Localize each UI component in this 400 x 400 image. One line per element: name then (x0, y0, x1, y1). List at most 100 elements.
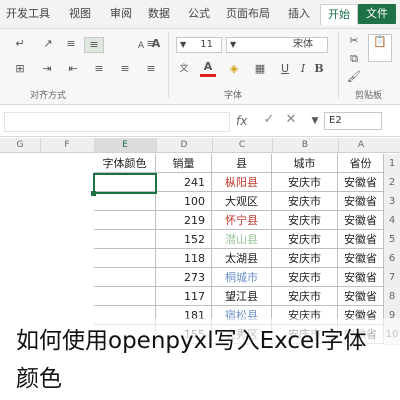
cell-city[interactable]: 安庆市 (272, 192, 338, 211)
chevron-down-icon: ▼ (180, 40, 187, 49)
formula-bar: E2 ▼ ✕ ✓ fx (0, 106, 400, 137)
column-header-c[interactable]: C (212, 138, 273, 153)
cell-county[interactable]: 怀宁县 (212, 211, 272, 230)
wrap-text-icon[interactable]: ↵ (12, 37, 28, 51)
cell-font-color[interactable] (94, 287, 156, 306)
cell-sales[interactable]: 100 (156, 192, 212, 211)
bold-button[interactable]: B (312, 62, 326, 76)
underline-button[interactable]: U (278, 62, 292, 76)
align-center-icon[interactable]: ≡ (118, 62, 132, 76)
increase-indent-icon[interactable]: ⇥ (40, 62, 54, 76)
name-box[interactable]: E2 (324, 112, 382, 130)
decrease-indent-icon[interactable]: ⇤ (66, 62, 80, 76)
cell-county[interactable]: 望江县 (212, 287, 272, 306)
cell-province[interactable]: 安徽省 (338, 192, 384, 211)
header-cell-county[interactable]: 县 (212, 154, 272, 173)
cell-city[interactable]: 安庆市 (272, 230, 338, 249)
tab-insert[interactable]: 插入 (282, 4, 316, 24)
tab-developer[interactable]: 开发工具 (0, 4, 56, 24)
header-cell-font-color[interactable]: 字体颜色 (94, 154, 156, 173)
tab-page-layout[interactable]: 页面布局 (220, 4, 276, 24)
cell-sales[interactable]: 219 (156, 211, 212, 230)
column-header-a[interactable]: A (338, 138, 385, 153)
font-color-icon[interactable]: A (200, 60, 216, 77)
align-right-icon[interactable]: ≡ (92, 62, 106, 76)
function-icon[interactable]: fx (236, 114, 247, 128)
column-header-g[interactable]: G (0, 138, 41, 153)
cell-city[interactable]: 安庆市 (272, 249, 338, 268)
format-painter-icon[interactable]: 🖌 (346, 70, 362, 84)
column-header-d[interactable]: D (156, 138, 213, 153)
row-header[interactable]: 2 (384, 173, 400, 193)
cut-icon[interactable]: ✂ (346, 34, 362, 48)
cell-county[interactable]: 太湖县 (212, 249, 272, 268)
cell-sales[interactable]: 273 (156, 268, 212, 287)
cell-county[interactable]: 大观区 (212, 192, 272, 211)
font-size-select[interactable]: 11 ▼ (176, 37, 222, 53)
font-name-select[interactable]: 宋体 ▼ (226, 37, 328, 53)
tab-review[interactable]: 审阅 (104, 4, 138, 24)
row-header[interactable]: 3 (384, 192, 400, 212)
cell-province[interactable]: 安徽省 (338, 287, 384, 306)
font-size-value: 11 (200, 39, 213, 50)
align-middle-icon[interactable]: ≡ (84, 37, 104, 53)
name-box-chevron-icon[interactable]: ▼ (308, 114, 322, 128)
cancel-icon[interactable]: ✕ (284, 113, 298, 127)
row-header[interactable]: 8 (384, 287, 400, 307)
align-left-icon[interactable]: ≡ (144, 62, 158, 76)
cell-font-color[interactable] (94, 230, 156, 249)
cell-city[interactable]: 安庆市 (272, 173, 338, 192)
merge-center-icon[interactable]: ⊞ (12, 62, 28, 76)
group-alignment-label: 对齐方式 (30, 91, 67, 101)
row-header[interactable]: 6 (384, 249, 400, 269)
fill-handle[interactable] (91, 191, 96, 196)
copy-icon[interactable]: ⧉ (346, 52, 362, 66)
cell-province[interactable]: 安徽省 (338, 173, 384, 192)
row-header[interactable]: 4 (384, 211, 400, 231)
row-header[interactable]: 5 (384, 230, 400, 250)
cell-province[interactable]: 安徽省 (338, 249, 384, 268)
fill-color-icon[interactable]: ◈ (226, 62, 242, 76)
cell-sales[interactable]: 241 (156, 173, 212, 192)
cell-sales[interactable]: 152 (156, 230, 212, 249)
tab-formulas[interactable]: 公式 (182, 4, 216, 24)
align-top-icon[interactable]: ≡ (144, 37, 158, 51)
cell-sales[interactable]: 117 (156, 287, 212, 306)
cell-county[interactable]: 桐城市 (212, 268, 272, 287)
header-cell-sales[interactable]: 销量 (156, 154, 212, 173)
header-cell-city[interactable]: 城市 (272, 154, 338, 173)
italic-button[interactable]: I (296, 62, 310, 76)
cell-province[interactable]: 安徽省 (338, 268, 384, 287)
tab-home[interactable]: 开始 (320, 4, 358, 25)
borders-icon[interactable]: ▦ (252, 62, 268, 76)
cell-province[interactable]: 安徽省 (338, 230, 384, 249)
tab-view[interactable]: 视图 (62, 4, 98, 24)
cell-city[interactable]: 安庆市 (272, 287, 338, 306)
column-header-b[interactable]: B (272, 138, 339, 153)
select-all-corner[interactable] (384, 138, 400, 153)
column-header-f[interactable]: F (40, 138, 95, 153)
tab-file[interactable]: 文件 (358, 4, 396, 24)
orientation-icon[interactable]: ↗ (40, 37, 56, 51)
cell-province[interactable]: 安徽省 (338, 211, 384, 230)
row-header[interactable]: 1 (384, 154, 400, 174)
cell-font-color[interactable] (94, 249, 156, 268)
cell-font-color[interactable] (94, 192, 156, 211)
cell-sales[interactable]: 118 (156, 249, 212, 268)
cell-county[interactable]: 枞阳县 (212, 173, 272, 192)
column-header-e[interactable]: E (94, 138, 157, 153)
tab-data[interactable]: 数据 (142, 4, 176, 24)
row-header[interactable]: 7 (384, 268, 400, 288)
phonetic-icon[interactable]: 文 (176, 62, 192, 76)
cell-county[interactable]: 潜山县 (212, 230, 272, 249)
formula-input[interactable] (4, 112, 230, 132)
cell-font-color[interactable] (94, 211, 156, 230)
cell-city[interactable]: 安庆市 (272, 211, 338, 230)
enter-icon[interactable]: ✓ (262, 113, 276, 127)
active-cell-e2[interactable] (93, 173, 157, 194)
paste-icon[interactable]: 📋 (368, 34, 392, 62)
header-cell-province[interactable]: 省份 (338, 154, 384, 173)
align-bottom-icon[interactable]: ≡ (64, 37, 78, 51)
cell-font-color[interactable] (94, 268, 156, 287)
cell-city[interactable]: 安庆市 (272, 268, 338, 287)
